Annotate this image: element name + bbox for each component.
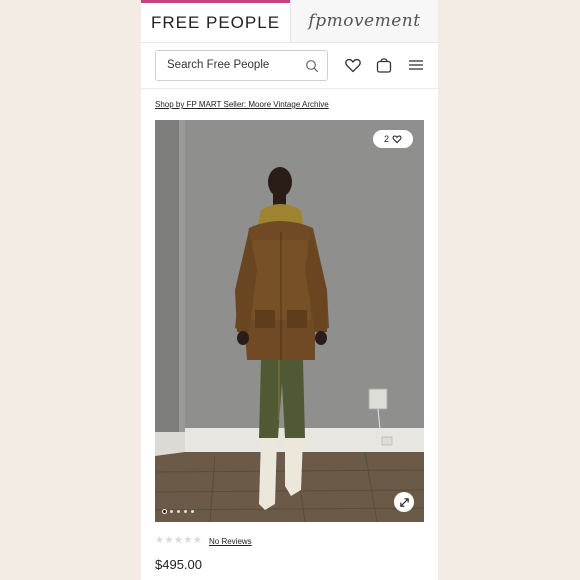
seller-link[interactable]: Shop by FP MART Seller: Moore Vintage Ar… xyxy=(155,100,329,109)
rating-stars: ★★★★★ xyxy=(155,535,203,546)
reviews-link[interactable]: No Reviews xyxy=(209,537,252,546)
product-price: $495.00 xyxy=(155,557,202,572)
tab-free-people[interactable]: FREE PEOPLE xyxy=(141,0,290,42)
expand-image-button[interactable] xyxy=(394,492,414,512)
tab-fp-movement[interactable]: fpmovement xyxy=(290,0,438,42)
carousel-dot[interactable] xyxy=(191,510,194,513)
product-photo xyxy=(155,120,424,522)
mobile-screen: FREE PEOPLE fpmovement Search Free Peopl… xyxy=(141,0,438,580)
search-input[interactable]: Search Free People xyxy=(155,50,328,81)
expand-icon xyxy=(399,497,409,507)
fp-movement-logo: fpmovement xyxy=(308,11,421,31)
heart-icon[interactable] xyxy=(344,56,362,74)
search-icon[interactable] xyxy=(305,59,319,73)
like-button[interactable]: 2 xyxy=(373,130,413,148)
carousel-dots xyxy=(163,510,194,513)
menu-icon[interactable] xyxy=(407,56,425,74)
search-placeholder: Search Free People xyxy=(167,59,270,71)
free-people-logo: FREE PEOPLE xyxy=(150,12,281,32)
carousel-dot[interactable] xyxy=(163,510,166,513)
carousel-dot[interactable] xyxy=(177,510,180,513)
search-row: Search Free People xyxy=(141,42,438,89)
carousel-dot[interactable] xyxy=(170,510,173,513)
brand-tabs: FREE PEOPLE fpmovement xyxy=(141,0,438,43)
product-image[interactable]: 2 xyxy=(155,120,424,522)
carousel-dot[interactable] xyxy=(184,510,187,513)
shopping-bag-icon[interactable] xyxy=(375,56,393,74)
like-count: 2 xyxy=(383,134,389,144)
heart-icon xyxy=(392,135,402,144)
